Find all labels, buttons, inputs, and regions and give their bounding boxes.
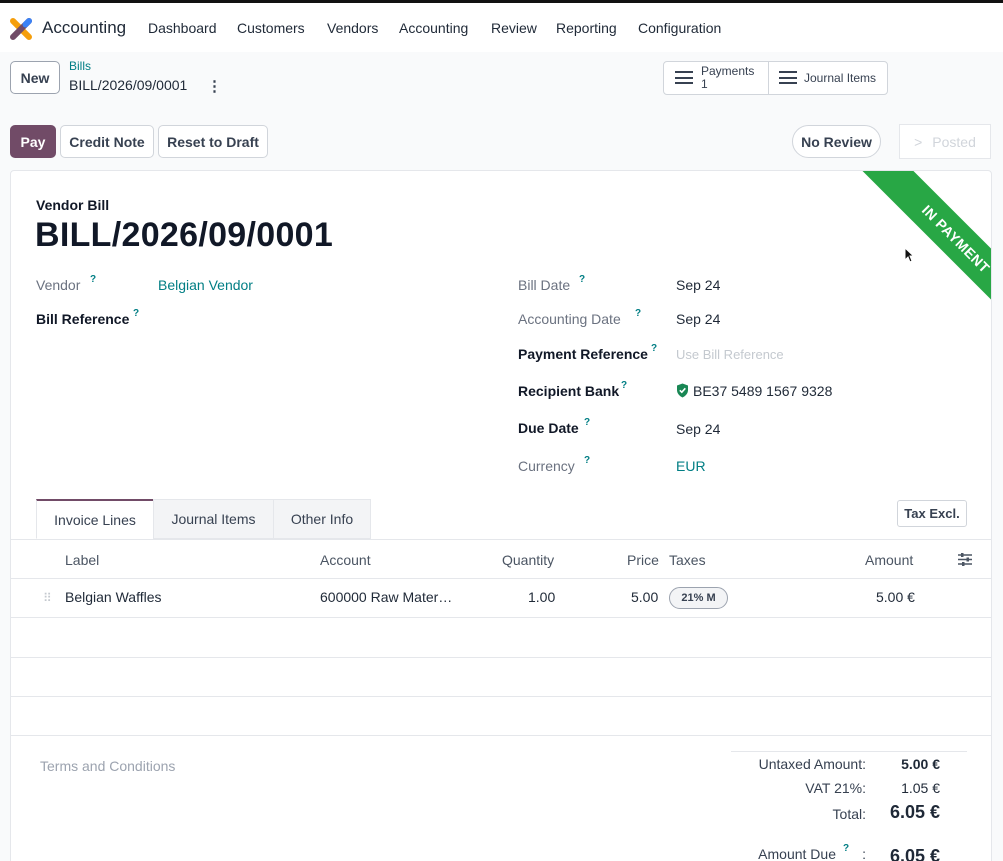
untaxed-amount-label: Untaxed Amount: [758,756,866,772]
ribbon-label: IN PAYMENT [854,171,991,331]
menu-review[interactable]: Review [491,20,537,36]
mouse-cursor-icon [904,247,914,263]
accounting-date-label: Accounting Date [518,311,621,327]
menu-dashboard[interactable]: Dashboard [148,20,217,36]
help-icon[interactable]: ? [651,343,657,354]
optional-columns-icon[interactable] [958,553,972,566]
column-account[interactable]: Account [320,552,371,568]
total-value: 6.05 € [889,802,940,822]
tax-tag[interactable]: 21% M [669,587,728,609]
menu-reporting[interactable]: Reporting [556,20,617,36]
menu-customers[interactable]: Customers [237,20,305,36]
column-label[interactable]: Label [65,552,99,568]
payment-reference-field[interactable]: Use Bill Reference [676,347,784,362]
new-button[interactable]: New [10,61,60,94]
app-name[interactable]: Accounting [42,18,126,38]
currency-field[interactable]: EUR [676,458,706,474]
smart-buttons: Payments 1 Journal Items [663,61,888,95]
tab-other-info[interactable]: Other Info [273,499,371,539]
table-header: Label Account Quantity Price Taxes Amoun… [11,539,991,579]
tax-excl-toggle[interactable]: Tax Excl. [897,500,967,527]
amount-due-value: 6.05 € [889,846,940,861]
document-type: Vendor Bill [36,197,110,213]
form-sheet: IN PAYMENT Vendor Bill BILL/2026/09/0001… [10,170,992,861]
empty-row [11,697,991,736]
terms-conditions-field[interactable]: Terms and Conditions [40,758,175,774]
payments-label: Payments [701,64,755,78]
help-icon[interactable]: ? [584,417,590,428]
list-icon [779,71,797,84]
drag-handle-icon[interactable]: ⠿ [43,591,52,605]
totals-divider [731,751,967,752]
tab-invoice-lines[interactable]: Invoice Lines [36,499,154,539]
recipient-bank-field[interactable]: BE37 5489 1567 9328 [676,383,832,399]
recipient-bank-label: Recipient Bank [518,383,620,399]
cell-price[interactable]: 5.00 [631,589,658,605]
payment-reference-label: Payment Reference [518,346,648,362]
empty-row [11,619,991,658]
total-label: Total: [832,806,866,822]
help-icon[interactable]: ? [133,308,139,319]
help-icon[interactable]: ? [843,843,849,854]
vat-value: 1.05 € [901,780,940,796]
vendor-label: Vendor [36,277,81,293]
help-icon[interactable]: ? [90,274,96,285]
journal-items-label: Journal Items [804,71,877,85]
credit-note-button[interactable]: Credit Note [60,125,154,158]
chevron-right-icon: > [914,133,923,150]
recipient-bank-value: BE37 5489 1567 9328 [693,383,833,399]
status-posted[interactable]: > Posted [899,124,991,159]
status-posted-label: Posted [932,133,976,150]
payments-smart-button[interactable]: Payments 1 [664,62,768,94]
no-review-button[interactable]: No Review [792,125,881,158]
pay-button[interactable]: Pay [10,125,56,158]
cell-account[interactable]: 600000 Raw Mater… [320,589,452,605]
column-price[interactable]: Price [627,552,659,568]
top-navbar: Accounting Dashboard Customers Vendors A… [0,0,1003,52]
table-row[interactable]: ⠿ Belgian Waffles 600000 Raw Mater… 1.00… [11,579,991,618]
accounting-app-icon[interactable] [10,18,32,40]
payments-count: 1 [701,77,708,91]
shield-check-icon [677,383,688,398]
empty-row [11,658,991,697]
cell-quantity[interactable]: 1.00 [528,589,555,605]
reset-to-draft-button[interactable]: Reset to Draft [158,125,268,158]
menu-configuration[interactable]: Configuration [638,20,721,36]
breadcrumb-current: BILL/2026/09/0001 [69,77,188,93]
due-date-label: Due Date [518,420,579,436]
currency-label: Currency [518,458,575,474]
due-date-field[interactable]: Sep 24 [676,421,720,437]
menu-accounting[interactable]: Accounting [399,20,468,36]
bill-reference-label: Bill Reference [36,311,130,327]
vat-label: VAT 21%: [805,780,866,796]
bill-reference-field[interactable] [158,311,468,329]
untaxed-amount-value: 5.00 € [901,756,940,772]
tab-journal-items[interactable]: Journal Items [153,499,274,539]
more-actions-icon[interactable]: ⋮ [207,77,222,95]
help-icon[interactable]: ? [579,274,585,285]
cell-label[interactable]: Belgian Waffles [65,589,162,605]
help-icon[interactable]: ? [584,455,590,466]
journal-items-smart-button[interactable]: Journal Items [769,62,888,94]
column-taxes[interactable]: Taxes [669,552,706,568]
document-name: BILL/2026/09/0001 [35,216,334,254]
bill-date-label: Bill Date [518,277,571,293]
list-icon [675,71,693,84]
column-amount[interactable]: Amount [865,552,913,568]
help-icon[interactable]: ? [621,380,627,391]
accounting-date-field[interactable]: Sep 24 [676,311,720,327]
vendor-field[interactable]: Belgian Vendor [158,277,253,293]
help-icon[interactable]: ? [635,308,641,319]
menu-vendors[interactable]: Vendors [327,20,378,36]
column-quantity[interactable]: Quantity [502,552,554,568]
breadcrumb-bills[interactable]: Bills [69,59,91,73]
cell-amount[interactable]: 5.00 € [876,589,915,605]
bill-date-field[interactable]: Sep 24 [676,277,720,293]
amount-due-label: Amount Due [758,846,836,861]
